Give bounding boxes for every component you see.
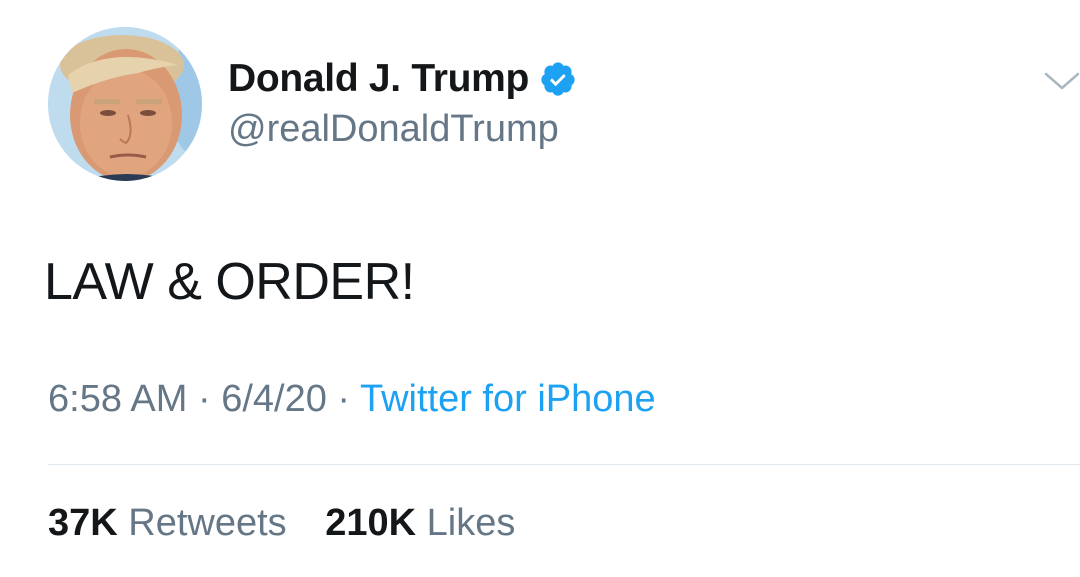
likes-count: 210K [325,502,417,544]
tweet-stats: 37K Retweets 210K Likes [48,502,543,545]
divider [48,464,1080,465]
author-name-row[interactable]: Donald J. Trump [228,54,577,104]
avatar[interactable] [48,27,202,181]
retweets-label: Retweets [128,502,287,544]
likes-label: Likes [426,502,516,544]
tweet-text: LAW & ORDER! [44,253,415,311]
retweets-count: 37K [48,502,118,544]
display-name[interactable]: Donald J. Trump [228,57,529,101]
tweet-card: Donald J. Trump @realDonaldTrump LAW & O… [0,0,1080,577]
retweets-stat[interactable]: 37K Retweets [48,502,297,544]
chevron-down-icon[interactable] [1044,66,1080,96]
meta-separator: · [337,378,351,420]
tweet-meta: 6:58 AM · 6/4/20 · Twitter for iPhone [48,378,656,421]
verified-badge-icon [539,60,577,98]
meta-separator: · [197,378,211,420]
avatar-image [48,27,202,181]
likes-stat[interactable]: 210K Likes [325,502,515,544]
author-handle[interactable]: @realDonaldTrump [228,108,559,151]
tweet-date[interactable]: 6/4/20 [221,378,327,420]
tweet-time[interactable]: 6:58 AM [48,378,187,420]
tweet-source-link[interactable]: Twitter for iPhone [360,378,656,420]
